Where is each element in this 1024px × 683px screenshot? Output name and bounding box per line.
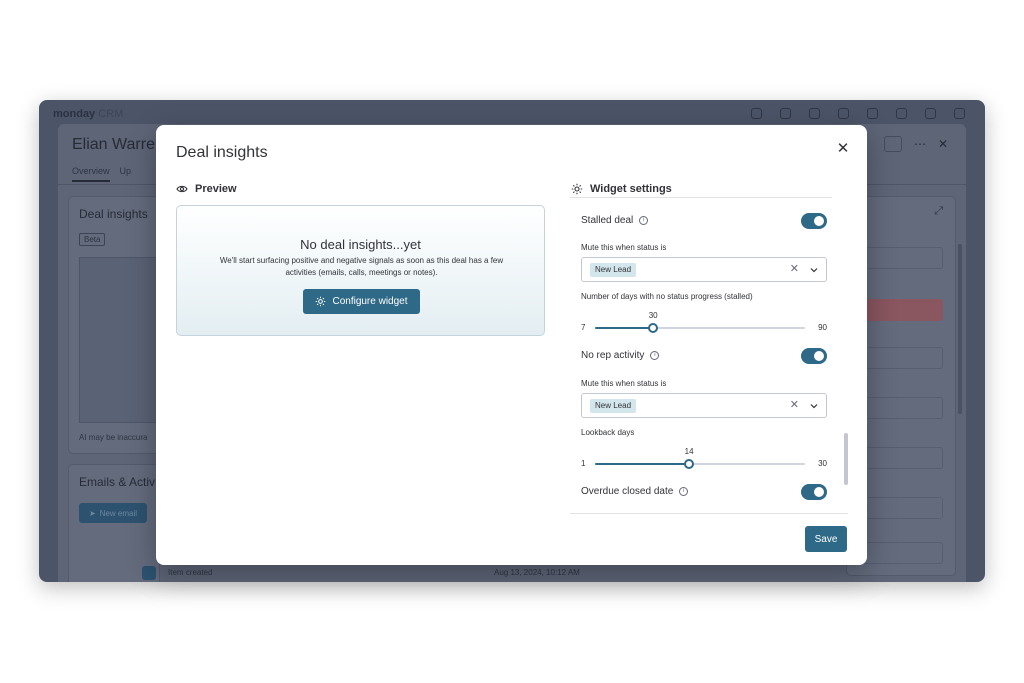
tab-overview: Overview bbox=[72, 166, 110, 182]
chevron-down-icon[interactable] bbox=[810, 266, 818, 274]
new-email-button: ➤ New email bbox=[79, 503, 147, 523]
stalled-deal-row: Stalled deal i bbox=[581, 213, 827, 229]
gear-icon bbox=[316, 296, 326, 307]
card-body bbox=[79, 257, 161, 423]
timeline-label: Item created bbox=[168, 568, 213, 577]
card-title: Deal insights bbox=[79, 207, 148, 221]
close-panel-icon: ✕ bbox=[937, 137, 948, 151]
avatar bbox=[954, 108, 965, 119]
close-icon[interactable]: ✕ bbox=[835, 141, 851, 157]
overdue-closed-date-label: Overdue closed date i bbox=[581, 486, 689, 497]
divider bbox=[570, 513, 848, 514]
right-row bbox=[857, 447, 943, 469]
stalled-mute-status-select[interactable]: New Lead ✕ bbox=[581, 257, 827, 282]
stalled-deal-toggle[interactable] bbox=[801, 213, 827, 229]
slider-thumb[interactable] bbox=[684, 459, 695, 469]
chevron-down-icon[interactable] bbox=[810, 402, 818, 410]
preview-box: No deal insights...yet We'll start surfa… bbox=[176, 205, 545, 336]
stalled-days-slider[interactable]: 7 30 90 bbox=[581, 307, 827, 337]
clear-icon[interactable]: ✕ bbox=[790, 263, 799, 276]
invite-icon bbox=[809, 108, 820, 119]
timeline-row: Item created Aug 13, 2024, 10:12 AM bbox=[142, 564, 592, 580]
slider-max: 30 bbox=[818, 459, 827, 468]
stalled-days-label: Number of days with no status progress (… bbox=[581, 292, 753, 301]
no-rep-activity-label: No rep activity i bbox=[581, 350, 660, 361]
slider-min: 7 bbox=[581, 323, 586, 332]
ai-disclaimer: AI may be inaccura bbox=[79, 433, 148, 442]
clear-icon[interactable]: ✕ bbox=[790, 399, 799, 412]
right-row bbox=[857, 247, 943, 269]
stalled-deal-label: Stalled deal i bbox=[581, 215, 649, 226]
topbar-icons bbox=[751, 108, 965, 119]
empty-state-title: No deal insights...yet bbox=[300, 237, 421, 252]
status-chip: New Lead bbox=[590, 263, 637, 277]
tab-updates: Up bbox=[119, 166, 132, 176]
timeline-date: Aug 13, 2024, 10:12 AM bbox=[494, 568, 580, 577]
slider-track[interactable]: 14 bbox=[595, 447, 805, 469]
lookback-days-label: Lookback days bbox=[581, 428, 635, 437]
overdue-closed-date-toggle[interactable] bbox=[801, 484, 827, 500]
grid-icon bbox=[925, 108, 936, 119]
no-rep-mute-status-select[interactable]: New Lead ✕ bbox=[581, 393, 827, 418]
right-row-highlight bbox=[857, 299, 943, 321]
right-row bbox=[857, 497, 943, 519]
help-icon bbox=[896, 108, 907, 119]
settings-scroll-area[interactable]: Stalled deal i Mute this when status is … bbox=[570, 197, 848, 514]
expand-icon: ⤢ bbox=[934, 205, 943, 217]
item-title: Elian Warre bbox=[72, 136, 155, 153]
item-created-icon bbox=[142, 566, 156, 580]
right-row bbox=[857, 542, 943, 564]
deal-insights-modal: Deal insights ✕ Preview No deal insights… bbox=[156, 125, 867, 565]
divider bbox=[570, 197, 832, 198]
slider-min: 1 bbox=[581, 459, 586, 468]
mute-status-label: Mute this when status is bbox=[581, 243, 667, 252]
card-title: Emails & Activ bbox=[79, 475, 156, 489]
preview-heading: Preview bbox=[176, 183, 237, 195]
dropdown-toggle bbox=[883, 136, 902, 152]
modal-title: Deal insights bbox=[176, 144, 268, 161]
notifications-icon bbox=[751, 108, 762, 119]
configure-widget-button[interactable]: Configure widget bbox=[303, 289, 420, 314]
beta-badge: Beta bbox=[79, 233, 106, 246]
save-button[interactable]: Save bbox=[805, 526, 847, 552]
info-icon[interactable]: i bbox=[650, 351, 660, 360]
eye-icon bbox=[176, 185, 188, 193]
more-icon: ⋯ bbox=[913, 137, 926, 151]
lookback-days-slider[interactable]: 1 14 30 bbox=[581, 443, 827, 473]
widget-settings-heading: Widget settings bbox=[571, 183, 672, 195]
info-icon[interactable]: i bbox=[679, 487, 689, 496]
mute-status-label: Mute this when status is bbox=[581, 379, 667, 388]
apps-icon bbox=[838, 108, 849, 119]
deal-insights-card: Deal insights Beta AI may be inaccura bbox=[68, 196, 161, 454]
info-icon[interactable]: i bbox=[639, 216, 649, 225]
right-row bbox=[857, 397, 943, 419]
slider-value: 14 bbox=[684, 447, 694, 456]
app-logo: monday CRM bbox=[53, 108, 124, 120]
panel-scrollbar bbox=[958, 244, 962, 414]
inbox-icon bbox=[780, 108, 791, 119]
slider-track[interactable]: 30 bbox=[595, 311, 805, 333]
slider-fill bbox=[595, 327, 654, 329]
item-tabs: Overview Up bbox=[72, 166, 131, 182]
gear-icon bbox=[571, 183, 583, 195]
settings-scrollbar[interactable] bbox=[844, 433, 848, 485]
search-icon bbox=[867, 108, 878, 119]
slider-fill bbox=[595, 463, 690, 465]
empty-state-description: We'll start surfacing positive and negat… bbox=[219, 256, 504, 277]
status-chip: New Lead bbox=[590, 399, 637, 413]
slider-value: 30 bbox=[648, 311, 658, 320]
send-icon: ➤ bbox=[88, 508, 96, 518]
slider-thumb[interactable] bbox=[648, 323, 659, 333]
no-rep-activity-row: No rep activity i bbox=[581, 348, 827, 364]
right-row bbox=[857, 347, 943, 369]
overdue-closed-date-row: Overdue closed date i bbox=[581, 484, 827, 500]
slider-max: 90 bbox=[818, 323, 827, 332]
item-header-controls: ⋯ ✕ bbox=[883, 136, 948, 152]
no-rep-activity-toggle[interactable] bbox=[801, 348, 827, 364]
